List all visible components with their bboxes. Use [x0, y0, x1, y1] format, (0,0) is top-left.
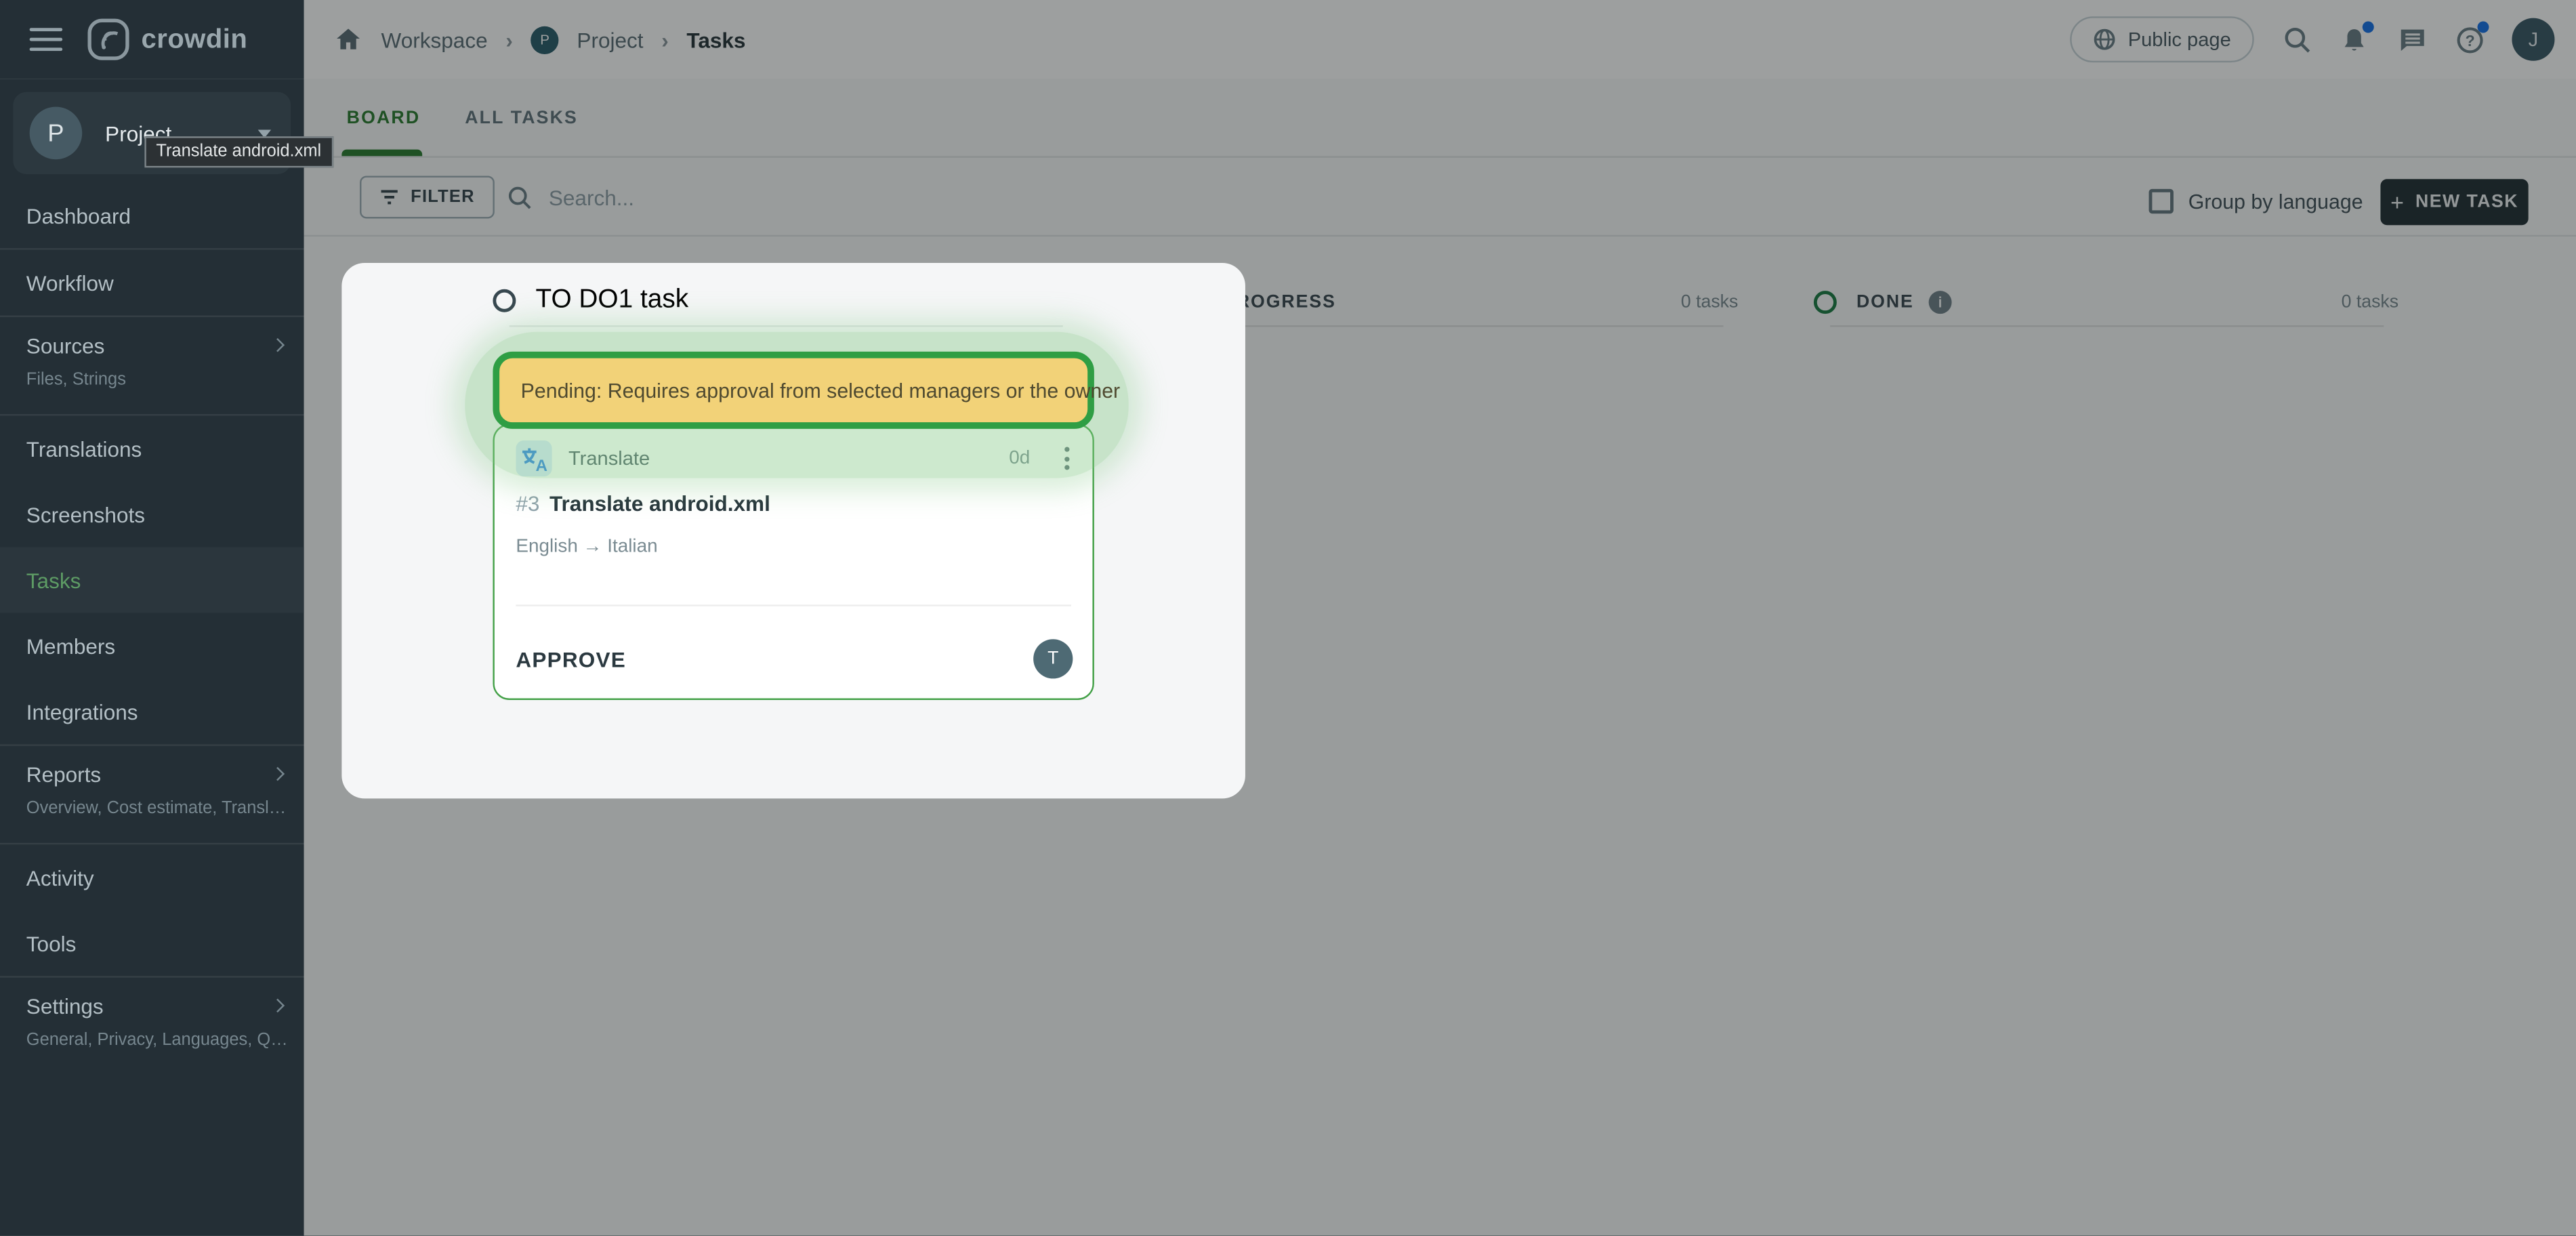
crowdin-logo-text: crowdin — [142, 24, 248, 55]
task-card-footer: APPROVE T — [516, 636, 1073, 682]
column-divider — [510, 325, 1063, 327]
column-header-todo-highlighted: TO DO 1 task — [493, 278, 1094, 324]
task-title-row[interactable]: #3 Translate android.xml — [516, 491, 770, 516]
column-title: TO DO — [535, 286, 618, 316]
crowdin-logo-icon — [87, 18, 130, 61]
sidebar-item-reports[interactable]: Reports Overview, Cost estimate, Transl… — [0, 744, 304, 842]
sidebar-item-translations[interactable]: Translations — [0, 415, 304, 481]
sidebar-item-tasks[interactable]: Tasks — [0, 547, 304, 613]
sidebar-item-sublabel: Overview, Cost estimate, Transl… — [26, 798, 304, 818]
task-language-pair: English → Italian — [516, 537, 657, 557]
sidebar: P Project Dashboard Workflow Sources Fil… — [0, 79, 304, 1236]
sidebar-item-tools[interactable]: Tools — [0, 910, 304, 976]
sidebar-item-screenshots[interactable]: Screenshots — [0, 481, 304, 547]
sidebar-item-label: Tasks — [26, 568, 81, 592]
sidebar-item-label: Dashboard — [26, 203, 131, 227]
native-tooltip: Translate android.xml — [144, 136, 333, 167]
sidebar-item-workflow[interactable]: Workflow — [0, 250, 304, 316]
sidebar-item-label: Workflow — [26, 270, 114, 295]
sidebar-item-sources[interactable]: Sources Files, Strings — [0, 316, 304, 414]
approve-button[interactable]: APPROVE — [516, 646, 626, 671]
sidebar-item-label: Screenshots — [26, 502, 145, 527]
crowdin-logo[interactable]: crowdin — [87, 18, 248, 61]
sidebar-item-sublabel: General, Privacy, Languages, Q… — [26, 1030, 304, 1050]
status-circle-icon — [493, 289, 516, 312]
project-selector-avatar: P — [30, 107, 83, 160]
sidebar-item-label: Tools — [26, 931, 77, 955]
column-task-count: 1 task — [619, 286, 689, 316]
task-id: #3 — [516, 491, 539, 516]
sidebar-item-members[interactable]: Members — [0, 613, 304, 678]
card-divider — [516, 604, 1071, 606]
sidebar-item-label: Translations — [26, 436, 142, 461]
hamburger-menu-icon[interactable] — [30, 28, 62, 51]
sidebar-item-dashboard[interactable]: Dashboard — [0, 182, 304, 248]
tour-tooltip: Pending: Requires approval from selected… — [493, 352, 1094, 429]
sidebar-item-settings[interactable]: Settings General, Privacy, Languages, Q… — [0, 976, 304, 1074]
sidebar-item-label: Reports — [26, 762, 304, 787]
app-window: Workspace › P Project › Tasks Public pag… — [0, 0, 2576, 1236]
sidebar-item-sublabel: Files, Strings — [26, 370, 304, 390]
sidebar-item-activity[interactable]: Activity — [0, 844, 304, 910]
sidebar-item-label: Members — [26, 634, 115, 658]
tour-spotlight-panel: TO DO 1 task A Translate 0 — [341, 263, 1245, 798]
brand-area: crowdin — [0, 0, 304, 79]
task-title: Translate android.xml — [549, 491, 770, 516]
sidebar-item-label: Sources — [26, 333, 304, 358]
sidebar-item-label: Integrations — [26, 699, 138, 724]
assignee-avatar[interactable]: T — [1033, 639, 1073, 678]
sidebar-item-label: Activity — [26, 865, 94, 890]
sidebar-item-label: Settings — [26, 994, 304, 1018]
sidebar-item-integrations[interactable]: Integrations — [0, 678, 304, 744]
